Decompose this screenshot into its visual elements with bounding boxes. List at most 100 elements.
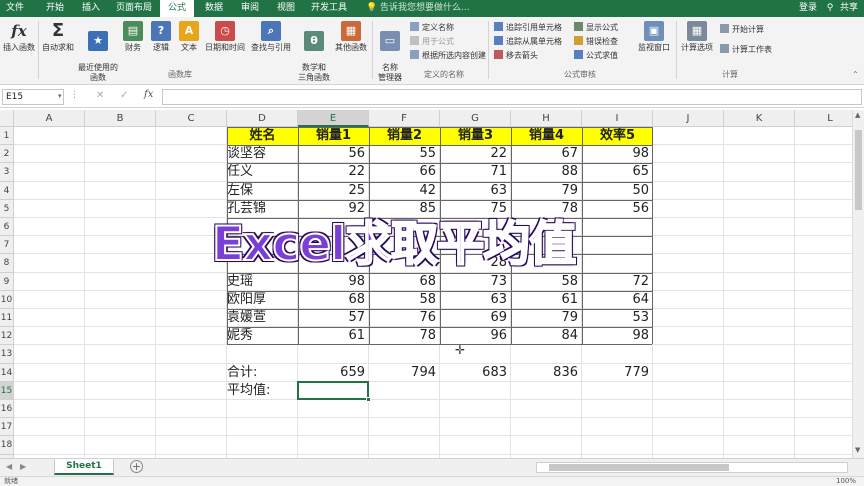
value-cell[interactable]: 66	[369, 163, 440, 181]
scroll-thumb[interactable]	[855, 130, 862, 210]
remove-arrows-button[interactable]: 移去箭头	[494, 50, 538, 62]
value-cell[interactable]: 57	[298, 309, 369, 327]
row-header-13[interactable]: 13	[0, 345, 14, 364]
tab-insert[interactable]: 插入	[76, 0, 106, 17]
prev-sheet-icon[interactable]: ◀	[6, 462, 12, 471]
collapse-ribbon-icon[interactable]: ⌃	[852, 69, 859, 81]
value-cell[interactable]: 22	[440, 145, 511, 163]
tab-formulas[interactable]: 公式	[160, 0, 194, 18]
calc-sheet-button[interactable]: 计算工作表	[720, 44, 772, 56]
total-value-cell[interactable]: 836	[511, 364, 582, 382]
error-checking-button[interactable]: 错误检查	[574, 36, 618, 48]
table-header-cell[interactable]: 销量4	[511, 127, 582, 146]
scroll-up-icon[interactable]: ▲	[855, 111, 860, 119]
value-cell[interactable]: 84	[511, 327, 582, 345]
column-header-f[interactable]: F	[369, 110, 440, 127]
scroll-thumb[interactable]	[549, 464, 729, 471]
name-cell[interactable]: 任义	[227, 163, 298, 181]
column-header-g[interactable]: G	[440, 110, 511, 127]
datetime-button[interactable]: ◷ 日期和时间	[202, 21, 248, 53]
logical-button[interactable]: ? 逻辑	[148, 21, 174, 53]
value-cell[interactable]: 79	[511, 182, 582, 200]
row-header-10[interactable]: 10	[0, 290, 14, 309]
value-cell[interactable]: 68	[298, 291, 369, 309]
worksheet-grid[interactable]: ABCDEFGHIJKL 1 2 3 4 5 6 7 8 9 10 11 12 13 14 15 16 17 18…	[0, 110, 852, 458]
average-label[interactable]: 平均值:	[227, 382, 298, 400]
row-header-2[interactable]: 2	[0, 145, 14, 164]
value-cell[interactable]: 55	[369, 145, 440, 163]
create-from-selection-button[interactable]: 根据所选内容创建	[410, 50, 486, 62]
column-header-b[interactable]: B	[85, 110, 156, 127]
calc-now-button[interactable]: 开始计算	[720, 24, 764, 36]
table-header-cell[interactable]: 销量3	[440, 127, 511, 146]
column-header-e[interactable]: E	[298, 110, 369, 127]
name-manager-button[interactable]: ▭ 名称 管理器	[374, 21, 406, 93]
name-box[interactable]: E15	[2, 89, 64, 105]
text-button[interactable]: A 文本	[176, 21, 202, 53]
value-cell[interactable]: 98	[582, 327, 653, 345]
table-header-cell[interactable]: 销量2	[369, 127, 440, 146]
value-cell[interactable]: 69	[440, 309, 511, 327]
financial-button[interactable]: ▤ 财务	[120, 21, 146, 53]
math-trig-button[interactable]: θ 数学和 三角函数	[296, 21, 332, 93]
calc-options-button[interactable]: ▦ 计算选项	[678, 21, 716, 53]
tab-review[interactable]: 审阅	[234, 0, 266, 17]
column-header-l[interactable]: L	[795, 110, 852, 127]
totals-label[interactable]: 合计:	[227, 364, 298, 382]
horizontal-scrollbar[interactable]	[536, 462, 848, 473]
zoom-level[interactable]: 100%	[836, 477, 856, 486]
value-cell[interactable]: 76	[369, 309, 440, 327]
watch-window-button[interactable]: ▣ 监视窗口	[634, 21, 674, 53]
column-header-c[interactable]: C	[156, 110, 227, 127]
row-header-15[interactable]: 15	[0, 381, 14, 400]
use-in-formula-button[interactable]: 用于公式	[410, 36, 454, 48]
add-sheet-icon[interactable]: +	[130, 460, 143, 473]
show-formulas-button[interactable]: 显示公式	[574, 22, 618, 34]
value-cell[interactable]: 53	[582, 309, 653, 327]
row-header-9[interactable]: 9	[0, 272, 14, 291]
row-header-7[interactable]: 7	[0, 236, 14, 255]
login-link[interactable]: 登录	[794, 0, 822, 17]
trace-dependents-button[interactable]: 追踪从属单元格	[494, 36, 562, 48]
value-cell[interactable]: 67	[511, 145, 582, 163]
value-cell[interactable]: 58	[369, 291, 440, 309]
row-header-11[interactable]: 11	[0, 309, 14, 328]
value-cell[interactable]: 61	[511, 291, 582, 309]
row-header-6[interactable]: 6	[0, 218, 14, 237]
table-header-cell[interactable]: 销量1	[298, 127, 369, 146]
share-button[interactable]: 共享	[836, 0, 862, 17]
confirm-icon[interactable]: ✓	[120, 90, 128, 101]
total-value-cell[interactable]: 794	[369, 364, 440, 382]
scroll-down-icon[interactable]: ▼	[855, 446, 860, 454]
value-cell[interactable]: 63	[440, 182, 511, 200]
value-cell[interactable]: 25	[298, 182, 369, 200]
column-header-j[interactable]: J	[653, 110, 724, 127]
name-cell[interactable]: 妮秀	[227, 327, 298, 345]
name-cell[interactable]: 袁媛萱	[227, 309, 298, 327]
recent-functions-button[interactable]: ★ 最近使用的 函数	[76, 21, 120, 93]
sheet-tab-sheet1[interactable]: Sheet1	[54, 459, 114, 475]
row-header-3[interactable]: 3	[0, 163, 14, 182]
total-value-cell[interactable]: 683	[440, 364, 511, 382]
row-header-18[interactable]: 18	[0, 436, 14, 455]
value-cell[interactable]: 98	[582, 145, 653, 163]
value-cell[interactable]: 61	[298, 327, 369, 345]
total-value-cell[interactable]: 779	[582, 364, 653, 382]
value-cell[interactable]: 65	[582, 163, 653, 181]
vertical-scrollbar[interactable]: ▲ ▼	[852, 110, 864, 458]
column-header-d[interactable]: D	[227, 110, 298, 127]
tab-view[interactable]: 视图	[270, 0, 302, 17]
column-header-h[interactable]: H	[511, 110, 582, 127]
tab-file[interactable]: 文件	[0, 0, 30, 17]
next-sheet-icon[interactable]: ▶	[20, 462, 26, 471]
value-cell[interactable]: 50	[582, 182, 653, 200]
name-cell[interactable]: 左保	[227, 182, 298, 200]
evaluate-formula-button[interactable]: 公式求值	[574, 50, 618, 62]
value-cell[interactable]: 63	[440, 291, 511, 309]
table-header-cell[interactable]: 效率5	[582, 127, 653, 146]
selected-cell-e15[interactable]	[297, 380, 369, 400]
value-cell[interactable]: 79	[511, 309, 582, 327]
value-cell[interactable]: 88	[511, 163, 582, 181]
row-header-16[interactable]: 16	[0, 400, 14, 419]
column-header-i[interactable]: I	[582, 110, 653, 127]
